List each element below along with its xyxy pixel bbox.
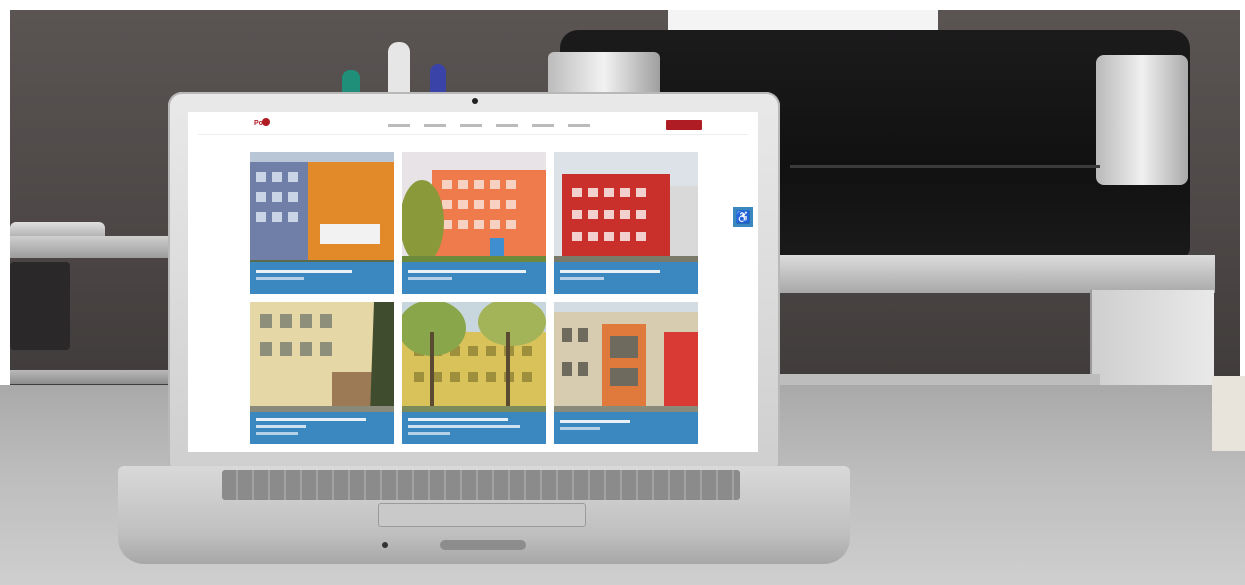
caption-line (560, 277, 604, 280)
caption-line (560, 427, 600, 430)
mug (548, 52, 660, 97)
nav-item[interactable] (532, 124, 554, 127)
shelf-left-lower (10, 370, 175, 384)
site-nav (388, 121, 590, 131)
caption-line (408, 425, 520, 428)
school-tile[interactable] (554, 152, 698, 294)
nav-item[interactable] (424, 124, 446, 127)
school-tile[interactable] (402, 302, 546, 444)
nav-item[interactable] (388, 124, 410, 127)
nav-item[interactable] (496, 124, 518, 127)
laptop-screen: PoP ♿ (188, 112, 758, 452)
caption-line (256, 277, 304, 280)
tile-caption (402, 412, 546, 444)
caption-line (256, 432, 298, 435)
caption-line (408, 418, 508, 421)
power-light (382, 542, 388, 548)
printer-side-panel (1096, 55, 1188, 185)
caption-line (408, 270, 526, 273)
laptop-touchpad (378, 503, 586, 527)
laptop-latch (440, 540, 526, 550)
shelf-right (775, 255, 1215, 293)
site-header: PoP (198, 118, 748, 135)
caption-line (408, 277, 452, 280)
desk-block (1212, 376, 1245, 451)
camera-icon (472, 98, 478, 104)
caption-line (560, 270, 660, 273)
dark-device (10, 262, 70, 350)
tile-caption (402, 262, 546, 294)
printer-tray (790, 165, 1100, 168)
caption-line (256, 270, 352, 273)
nav-item[interactable] (460, 124, 482, 127)
caption-line (560, 420, 630, 423)
caption-line (408, 432, 450, 435)
photo-scene: PoP ♿ (0, 0, 1245, 585)
tile-caption (250, 262, 394, 294)
site-logo[interactable]: PoP (254, 120, 268, 127)
caption-line (256, 425, 306, 428)
pen-white (388, 42, 410, 97)
school-tile[interactable] (554, 302, 698, 444)
school-tile[interactable] (250, 302, 394, 444)
header-cta-button[interactable] (666, 120, 702, 130)
wheelchair-icon[interactable]: ♿ (733, 207, 753, 227)
nav-item[interactable] (568, 124, 590, 127)
tile-caption (250, 412, 394, 444)
laptop-keyboard (222, 470, 740, 500)
school-tile[interactable] (250, 152, 394, 294)
school-tile[interactable] (402, 152, 546, 294)
printer-paper (668, 10, 938, 32)
tile-caption (554, 262, 698, 294)
tile-caption (554, 412, 698, 444)
caption-line (256, 418, 366, 421)
